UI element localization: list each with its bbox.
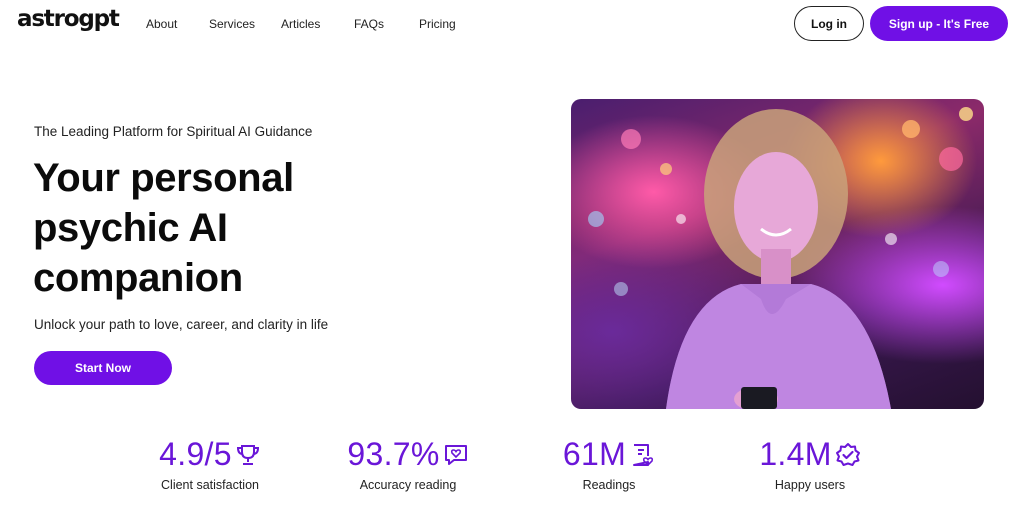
hero-headline: Your personal psychic AI companion	[33, 156, 294, 300]
nav-link-articles[interactable]: Articles	[281, 17, 320, 31]
hero-tagline: The Leading Platform for Spiritual AI Gu…	[34, 124, 313, 139]
stat-label: Happy users	[774, 478, 846, 492]
nav-link-pricing[interactable]: Pricing	[419, 17, 456, 31]
nav-link-about[interactable]: About	[146, 17, 177, 31]
stat-label: Readings	[582, 478, 636, 492]
stat-happy-users: 1.4M Happy users	[752, 436, 868, 492]
document-heart-icon	[633, 443, 654, 466]
login-button[interactable]: Log in	[794, 6, 864, 41]
stat-label: Client satisfaction	[161, 478, 259, 492]
stat-value: 61M	[562, 436, 627, 472]
stat-value: 93.7%	[347, 436, 440, 472]
hero-subline: Unlock your path to love, career, and cl…	[34, 317, 329, 332]
start-now-button[interactable]: Start Now	[34, 351, 172, 385]
heart-chat-icon	[444, 444, 467, 465]
signup-button[interactable]: Sign up - It's Free	[870, 6, 1008, 41]
stat-label: Accuracy reading	[359, 478, 457, 492]
stat-readings: 61M Readings	[557, 436, 661, 492]
nav-link-services[interactable]: Services	[209, 17, 255, 31]
stat-accuracy-reading: 93.7% Accuracy reading	[343, 436, 473, 492]
woman-with-phone-illustration	[588, 107, 973, 409]
trophy-icon	[236, 444, 259, 465]
nav-link-faqs[interactable]: FAQs	[354, 17, 384, 31]
stat-value: 1.4M	[759, 436, 832, 472]
hero-image	[571, 99, 984, 409]
top-navigation: astrogpt About Services Articles FAQs Pr…	[0, 0, 1024, 48]
verified-badge-icon	[835, 442, 860, 466]
stat-value: 4.9/5	[159, 436, 232, 472]
logo[interactable]: astrogpt	[17, 6, 120, 32]
stat-client-satisfaction: 4.9/5 Client satisfaction	[155, 436, 265, 492]
